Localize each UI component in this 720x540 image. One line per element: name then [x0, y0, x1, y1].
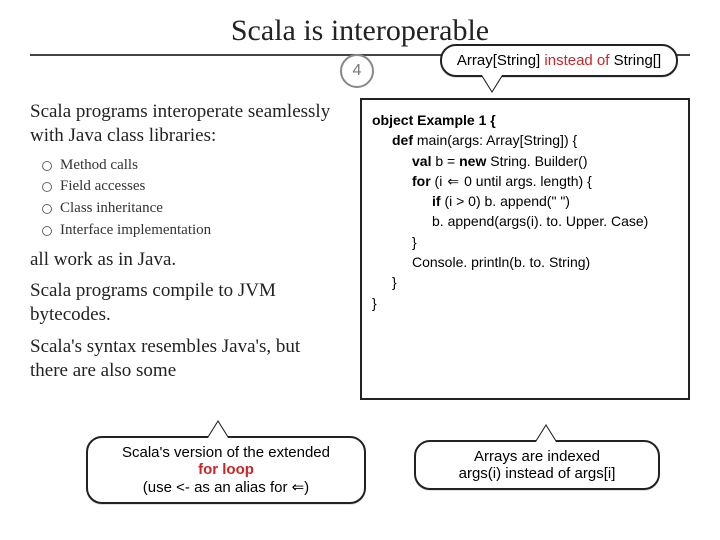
callout-text: Scala's version of the extended [98, 444, 354, 461]
code-text: (i [431, 173, 447, 189]
slide: Scala is interoperable 4 Scala programs … [0, 0, 720, 540]
callout-tail-icon [208, 422, 228, 438]
callout-text-red: for loop [198, 461, 254, 478]
list-item: Field accesses [42, 177, 340, 196]
code-text: (i > 0) b. append(" ") [441, 193, 570, 209]
bullet-list: Method calls Field accesses Class inheri… [42, 156, 340, 240]
code-text: 0 until args. length) { [460, 173, 592, 189]
kw-for: for [412, 173, 431, 189]
page-number-circle: 4 [340, 54, 374, 88]
callout-text: Array[String] [457, 52, 545, 69]
callout-tail-icon [482, 75, 502, 91]
left-column: Scala programs interoperate seamlessly w… [30, 100, 340, 390]
callout-text-red: instead of [544, 52, 609, 69]
paragraph-3: Scala programs compile to JVM bytecodes. [30, 279, 340, 327]
callout-for-loop: Scala's version of the extended for loop… [86, 436, 366, 504]
code-text: main(args: Array[String]) { [413, 132, 577, 148]
code-text: String. Builder() [486, 153, 587, 169]
code-text: b. append(args(i). to. Upper. Case) [432, 213, 648, 229]
code-text: } [372, 295, 377, 311]
callout-text: args(i) instead of args[i] [426, 465, 648, 482]
code-text: b = [431, 153, 459, 169]
kw-def: def [392, 132, 413, 148]
callout-tail-icon [536, 426, 556, 442]
list-item: Class inheritance [42, 199, 340, 218]
callout-array-string: Array[String] instead of String[] [440, 44, 678, 77]
paragraph-4: Scala's syntax resembles Java's, but the… [30, 335, 340, 383]
kw-val: val [412, 153, 431, 169]
callout-text: Arrays are indexed [426, 448, 648, 465]
list-item: Method calls [42, 156, 340, 175]
paragraph-2: all work as in Java. [30, 248, 340, 272]
callout-arrays-indexed: Arrays are indexed args(i) instead of ar… [414, 440, 660, 490]
callout-text: String[] [609, 52, 661, 69]
code-block: object Example 1 { def main(args: Array[… [360, 98, 690, 400]
code-text: } [392, 274, 397, 290]
callout-text: (use <- as an alias for ⇐) [98, 478, 354, 496]
kw-object: object Example 1 { [372, 112, 496, 128]
kw-new: new [459, 153, 486, 169]
left-arrow-icon: ⇐ [446, 171, 460, 191]
kw-if: if [432, 193, 441, 209]
code-text: Console. println(b. to. String) [412, 254, 590, 270]
code-text: } [412, 234, 417, 250]
slide-title: Scala is interoperable [30, 14, 690, 48]
list-item: Interface implementation [42, 221, 340, 240]
paragraph-1: Scala programs interoperate seamlessly w… [30, 100, 340, 148]
